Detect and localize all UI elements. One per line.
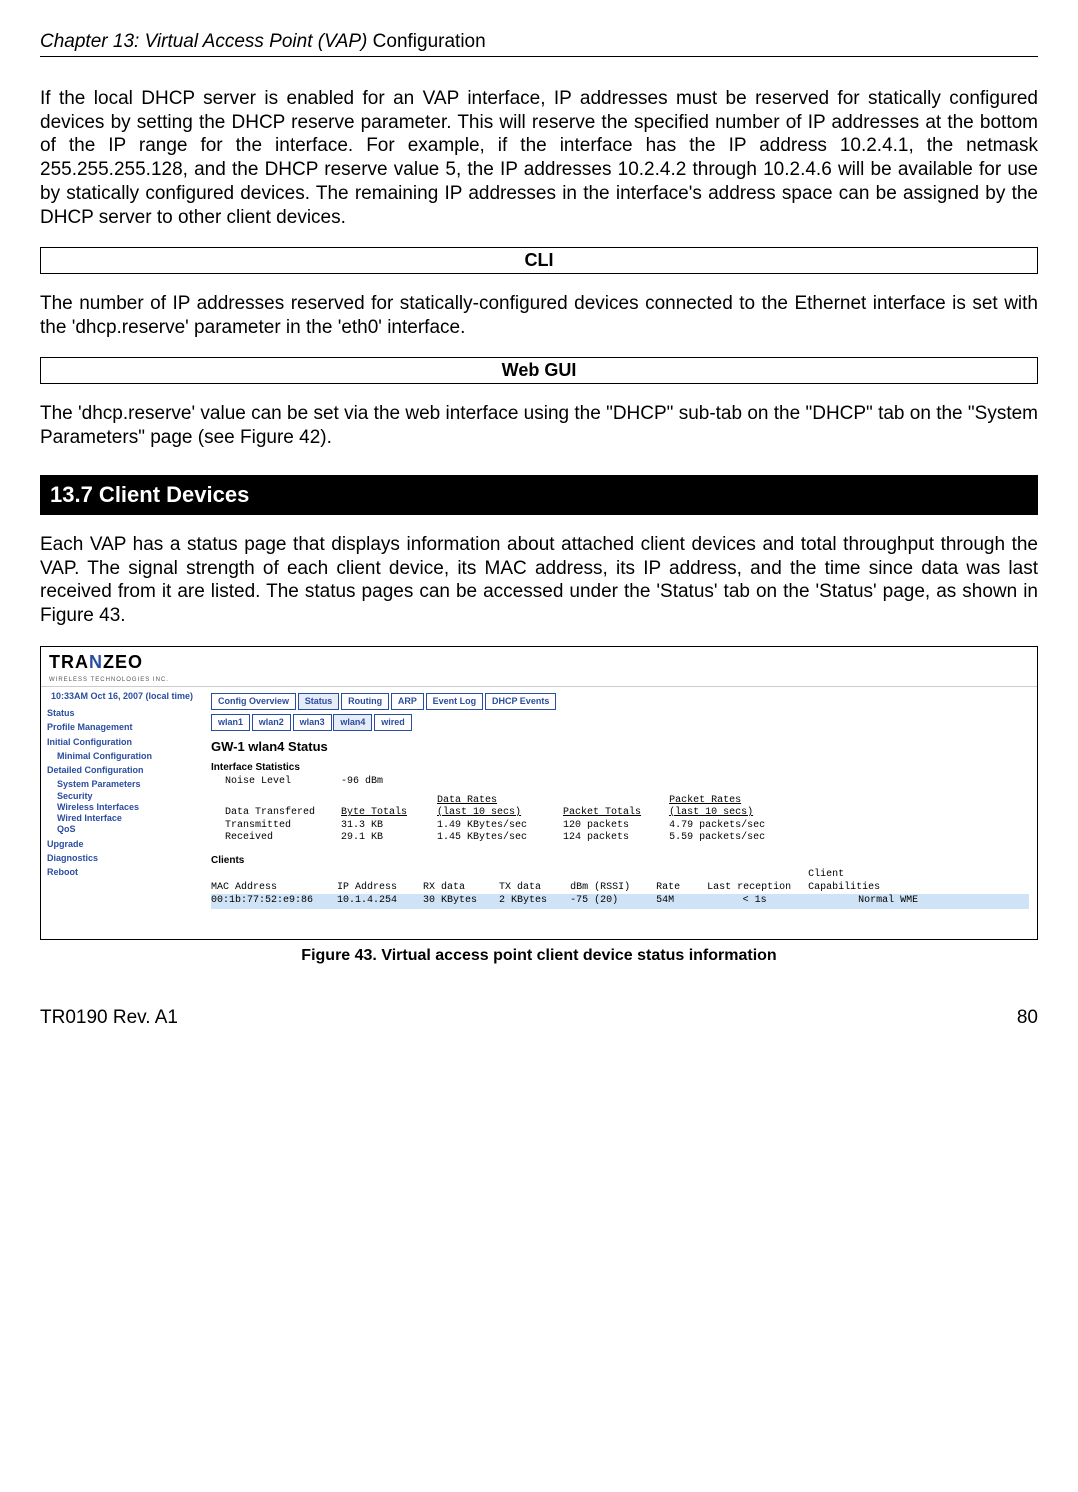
paragraph-3: The 'dhcp.reserve' value can be set via … — [40, 402, 1038, 450]
nav-initial[interactable]: Initial Configuration — [47, 737, 197, 748]
nav-qos[interactable]: QoS — [57, 824, 197, 835]
logo-text: TRANZEO — [49, 652, 143, 672]
rx-pkts: 124 packets — [563, 832, 663, 845]
client-mac: 00:1b:77:52:e9:86 — [211, 895, 331, 908]
top-tabs: Config Overview Status Routing ARP Event… — [211, 693, 1029, 710]
data-transfer-headers: Data Transfered Byte Totals Data Rates(l… — [225, 795, 1029, 820]
dt-label: Data Transfered — [225, 807, 335, 820]
page-header: Chapter 13: Virtual Access Point (VAP) C… — [40, 30, 1038, 57]
col-pkts: Packet Totals — [563, 807, 663, 820]
client-rate: 54M — [656, 895, 701, 908]
nav-sysparams[interactable]: System Parameters — [57, 779, 197, 790]
chapter-tail: Configuration — [373, 31, 486, 52]
logo-area: TRANZEO WIRELESS TECHNOLOGIES INC. — [41, 647, 1037, 686]
tab-wlan4[interactable]: wlan4 — [333, 714, 372, 731]
tab-config-overview[interactable]: Config Overview — [211, 693, 296, 710]
client-data-row[interactable]: 00:1b:77:52:e9:86 10.1.4.254 30 KBytes 2… — [211, 894, 1029, 909]
tab-eventlog[interactable]: Event Log — [426, 693, 484, 710]
noise-value: -96 dBm — [341, 776, 383, 787]
embedded-screenshot: TRANZEO WIRELESS TECHNOLOGIES INC. 10:33… — [40, 646, 1038, 940]
col-mac: MAC Address — [211, 882, 331, 895]
client-rx: 30 KBytes — [423, 895, 493, 908]
page-footer: TR0190 Rev. A1 80 — [40, 1006, 1038, 1030]
client-lastrx: < 1s — [707, 895, 802, 908]
clients-label: Clients — [211, 855, 1029, 868]
tab-wlan1[interactable]: wlan1 — [211, 714, 250, 731]
tx-pkts: 120 packets — [563, 820, 663, 833]
col-caps: Client Capabilities — [808, 869, 918, 894]
col-drates-sub: (last 10 secs) — [437, 807, 521, 820]
rx-label: Received — [225, 832, 335, 845]
client-tx: 2 KBytes — [499, 895, 564, 908]
paragraph-1: If the local DHCP server is enabled for … — [40, 87, 1038, 230]
nav-upgrade[interactable]: Upgrade — [47, 839, 197, 850]
col-drates: Data Rates — [437, 795, 497, 808]
rx-drate: 1.45 KBytes/sec — [437, 832, 557, 845]
figure-caption: Figure 43. Virtual access point client d… — [40, 946, 1038, 966]
paragraph-2: The number of IP addresses reserved for … — [40, 292, 1038, 340]
main-panel: Config Overview Status Routing ARP Event… — [203, 687, 1037, 939]
client-dbm: -75 (20) — [570, 895, 650, 908]
tx-label: Transmitted — [225, 820, 335, 833]
tab-dhcpevents[interactable]: DHCP Events — [485, 693, 556, 710]
cli-heading-box: CLI — [40, 247, 1038, 274]
tx-row: Transmitted 31.3 KB 1.49 KBytes/sec 120 … — [225, 820, 1029, 833]
client-ip: 10.1.4.254 — [337, 895, 417, 908]
webgui-heading-box: Web GUI — [40, 357, 1038, 384]
col-rate: Rate — [656, 882, 701, 895]
col-dbm: dBm (RSSI) — [570, 882, 650, 895]
client-header-row: MAC Address IP Address RX data TX data d… — [211, 869, 1029, 894]
nav-status[interactable]: Status — [47, 708, 197, 719]
status-title: GW-1 wlan4 Status — [211, 739, 1029, 755]
nav-wireless[interactable]: Wireless Interfaces — [57, 802, 197, 813]
col-rx: RX data — [423, 882, 493, 895]
sub-tabs: wlan1 wlan2 wlan3 wlan4 wired — [211, 714, 1029, 731]
tx-drate: 1.49 KBytes/sec — [437, 820, 557, 833]
logo-pre: TRA — [49, 652, 89, 672]
tx-prate: 4.79 packets/sec — [669, 820, 789, 833]
sidebar: 10:33AM Oct 16, 2007 (local time) Status… — [41, 687, 203, 939]
tab-wlan3[interactable]: wlan3 — [293, 714, 332, 731]
col-bytes: Byte Totals — [341, 807, 431, 820]
nav-diagnostics[interactable]: Diagnostics — [47, 853, 197, 864]
tab-arp[interactable]: ARP — [391, 693, 424, 710]
col-tx: TX data — [499, 882, 564, 895]
tab-routing[interactable]: Routing — [341, 693, 389, 710]
chapter-label: Chapter 13: Virtual Access Point (VAP) — [40, 31, 373, 52]
col-prates: Packet Rates — [669, 795, 741, 808]
section-heading: 13.7 Client Devices — [40, 475, 1038, 515]
tab-wlan2[interactable]: wlan2 — [252, 714, 291, 731]
nav-reboot[interactable]: Reboot — [47, 867, 197, 878]
logo-post: ZEO — [103, 652, 143, 672]
col-ip: IP Address — [337, 882, 417, 895]
noise-row: Noise Level -96 dBm — [225, 776, 1029, 789]
footer-left: TR0190 Rev. A1 — [40, 1006, 178, 1030]
rx-bytes: 29.1 KB — [341, 832, 431, 845]
rx-row: Received 29.1 KB 1.45 KBytes/sec 124 pac… — [225, 832, 1029, 845]
col-prates-sub: (last 10 secs) — [669, 807, 753, 820]
paragraph-4: Each VAP has a status page that displays… — [40, 533, 1038, 628]
nav-profile[interactable]: Profile Management — [47, 722, 197, 733]
interface-stats-label: Interface Statistics — [211, 762, 1029, 775]
clock-display: 10:33AM Oct 16, 2007 (local time) — [47, 691, 197, 702]
rx-prate: 5.59 packets/sec — [669, 832, 789, 845]
footer-right: 80 — [1017, 1006, 1038, 1030]
noise-label: Noise Level — [225, 776, 335, 789]
tx-bytes: 31.3 KB — [341, 820, 431, 833]
col-lastrx: Last reception — [707, 882, 802, 895]
nav-security[interactable]: Security — [57, 791, 197, 802]
client-caps: Normal WME — [808, 895, 918, 908]
logo-accent: N — [89, 652, 103, 672]
logo-subtitle: WIRELESS TECHNOLOGIES INC. — [49, 677, 169, 683]
nav-wired[interactable]: Wired Interface — [57, 813, 197, 824]
tab-wired[interactable]: wired — [374, 714, 412, 731]
nav-detailed[interactable]: Detailed Configuration — [47, 765, 197, 776]
tab-status[interactable]: Status — [298, 693, 340, 710]
nav-minimal[interactable]: Minimal Configuration — [57, 751, 197, 762]
